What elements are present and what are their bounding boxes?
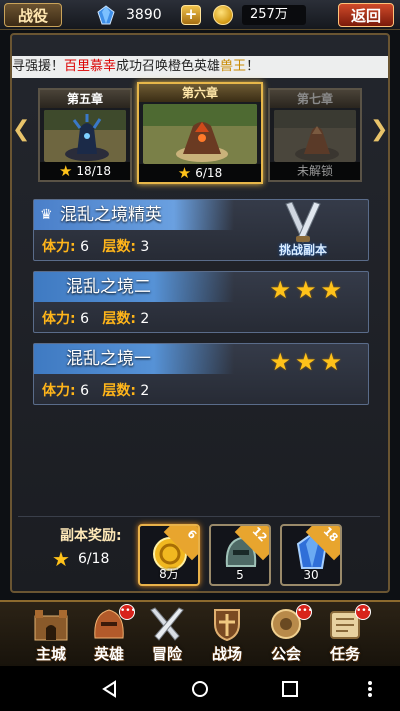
reward-chest-12[interactable]: 12 5 xyxy=(209,524,271,586)
nav-label: 公会 xyxy=(270,645,301,663)
star-icon: ★ xyxy=(177,163,192,182)
dungeon-name: 混乱之境一 xyxy=(34,344,234,374)
dungeon-stats: 体力: 6 层数: 2 xyxy=(42,308,149,328)
shield-icon xyxy=(214,609,240,642)
chapter-title: 第六章 xyxy=(139,84,261,102)
crown-icon: ♛ xyxy=(40,207,53,223)
chapter-title: 第七章 xyxy=(270,90,360,108)
gem-count: 3890 xyxy=(126,7,162,23)
chapter-card-6[interactable]: 第六章 ★ 6/18 xyxy=(137,82,263,184)
nav-label: 英雄 xyxy=(93,645,124,663)
reward-chest-18[interactable]: 18 30 xyxy=(280,524,342,586)
swords-icon xyxy=(150,607,184,641)
buy-gems-button[interactable]: + xyxy=(181,5,201,25)
stamina-label: 体力: xyxy=(42,383,76,399)
dungeon-1[interactable]: 混乱之境一 ★★★ 体力: 6 层数: 2 xyxy=(33,343,369,405)
stamina-label: 体力: xyxy=(42,311,76,327)
dungeon-stars: ★★★ xyxy=(269,276,346,304)
gold-count: 257万 xyxy=(242,5,306,25)
nav-quests[interactable]: ••• 任务 xyxy=(317,602,373,666)
crossed-swords-icon xyxy=(285,201,321,243)
stamina-value: 6 xyxy=(80,383,89,399)
star-icon: ★ xyxy=(58,161,73,180)
nav-battlefield[interactable]: 战场 xyxy=(199,602,255,666)
dungeon-name: 混乱之境精英 xyxy=(34,200,234,230)
reward-quantity: 8万 xyxy=(159,567,179,581)
floors-value: 2 xyxy=(140,383,150,399)
castle-icon xyxy=(34,610,68,641)
dungeon-stats: 体力: 6 层数: 2 xyxy=(42,380,149,400)
nav-label: 任务 xyxy=(329,645,360,663)
reward-quantity: 30 xyxy=(303,568,319,582)
page-title: 战役 xyxy=(4,3,62,27)
star-icon: ★ xyxy=(52,546,70,571)
system-back-icon[interactable] xyxy=(90,666,130,711)
chapter-title: 第五章 xyxy=(40,90,130,108)
floors-label: 层数: xyxy=(102,239,136,255)
floors-label: 层数: xyxy=(102,383,136,399)
nav-heroes[interactable]: ••• 英雄 xyxy=(81,602,137,666)
chapter-prev-arrow-icon[interactable]: ❮ xyxy=(12,118,30,142)
nav-label: 冒险 xyxy=(151,645,182,663)
floors-value: 2 xyxy=(140,311,150,327)
reward-label: 副本奖励: xyxy=(60,528,122,544)
notification-dot: ••• xyxy=(355,604,372,620)
gold-coin-icon xyxy=(213,5,233,25)
challenge-label: 挑战副本 xyxy=(278,243,327,257)
dungeon-stats: 体力: 6 层数: 3 xyxy=(42,236,149,256)
notification-dot: ••• xyxy=(296,604,313,620)
chapter-progress: 未解锁 xyxy=(270,162,360,180)
chapter-progress-text: 18/18 xyxy=(76,164,112,178)
chapter-next-arrow-icon[interactable]: ❯ xyxy=(370,118,388,142)
floors-value: 3 xyxy=(140,239,150,255)
chapter-progress: ★ 18/18 xyxy=(40,162,130,180)
nav-label: 战场 xyxy=(211,645,242,663)
system-recents-icon[interactable] xyxy=(270,666,310,711)
reward-chest-6[interactable]: 6 8万 xyxy=(138,524,200,586)
nav-main-city[interactable]: 主城 xyxy=(23,602,79,666)
reward-quantity: 5 xyxy=(236,568,244,582)
back-button[interactable]: 返回 xyxy=(338,3,394,27)
nav-guild[interactable]: ••• 公会 xyxy=(258,602,314,666)
chapter-card-7[interactable]: 第七章 未解锁 xyxy=(268,88,362,182)
system-home-icon[interactable] xyxy=(180,666,220,711)
marquee-suffix: ！ xyxy=(246,59,260,74)
notification-dot: ••• xyxy=(119,604,136,620)
reward-progress: ★ 6/18 xyxy=(52,548,109,570)
system-menu-icon[interactable] xyxy=(350,666,390,711)
locked-chapter-scene-icon xyxy=(274,110,356,162)
dungeon-2[interactable]: 混乱之境二 ★★★ 体力: 6 层数: 2 xyxy=(33,271,369,333)
marquee-middle: 成功召唤橙色英雄 xyxy=(116,59,221,74)
marquee-hero: 兽王 xyxy=(220,59,247,74)
chapter-card-5[interactable]: 第五章 ★ 18/18 xyxy=(38,88,132,182)
dark-tree-scene-icon xyxy=(44,110,126,162)
chapter-progress: ★ 6/18 xyxy=(139,164,261,182)
announcement-marquee: 寻强援！百里慕幸成功召唤橙色英雄兽王！ xyxy=(12,56,388,78)
chapter-progress-text: 6/18 xyxy=(195,166,223,180)
marquee-prefix: 寻强援！ xyxy=(12,59,65,74)
challenge-dungeon-button[interactable]: 挑战副本 xyxy=(268,201,338,260)
nav-adventure[interactable]: 冒险 xyxy=(139,602,195,666)
dungeon-name: 混乱之境二 xyxy=(34,272,234,302)
dungeon-stars: ★★★ xyxy=(269,348,346,376)
stamina-value: 6 xyxy=(80,311,89,327)
volcano-scene-icon xyxy=(143,104,257,164)
stamina-label: 体力: xyxy=(42,239,76,255)
dungeon-elite[interactable]: 混乱之境精英 ♛ 体力: 6 层数: 3 挑战副本 xyxy=(33,199,369,261)
gem-icon xyxy=(97,5,115,25)
nav-label: 主城 xyxy=(35,645,66,663)
reward-progress-text: 6/18 xyxy=(77,551,110,567)
stamina-value: 6 xyxy=(80,239,89,255)
marquee-player: 百里慕幸 xyxy=(64,59,117,74)
floors-label: 层数: xyxy=(102,311,136,327)
